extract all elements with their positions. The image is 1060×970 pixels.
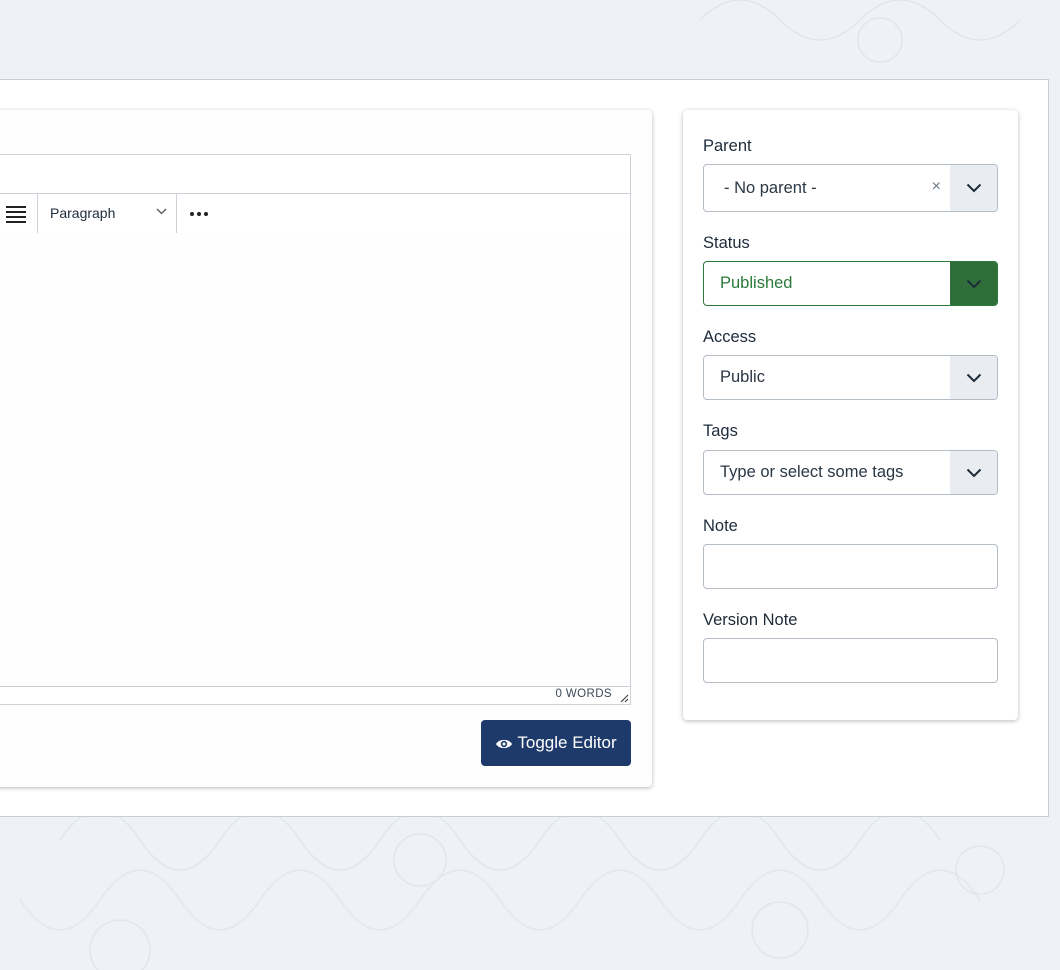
resize-handle-icon[interactable] [619,693,629,703]
toolbar-separator [37,194,38,233]
chevron-down-icon [966,468,981,477]
parent-select[interactable]: - No parent - × [703,164,998,212]
clear-icon[interactable]: × [932,178,941,196]
status-dropdown-toggle[interactable] [950,262,997,305]
format-select[interactable]: Paragraph [39,194,177,233]
note-input[interactable] [703,544,998,589]
parent-value: - No parent - [724,178,817,197]
tags-placeholder: Type or select some tags [720,463,904,481]
eye-icon [496,739,513,748]
editor-content-area[interactable] [0,233,631,687]
parent-label: Parent [703,137,752,155]
editor-statusbar: 0 WORDS [0,686,631,705]
chevron-down-icon [966,373,981,382]
editor-menubar [0,154,631,194]
tags-select[interactable]: Type or select some tags [703,450,998,495]
access-value: Public [720,368,765,386]
more-horizontal-icon[interactable] [187,204,211,224]
editor-toolbar: Paragraph [0,193,631,234]
tags-dropdown-toggle[interactable] [950,451,997,494]
status-select[interactable]: Published [703,261,998,306]
chevron-down-icon [966,183,981,193]
access-label: Access [703,328,757,346]
version-note-label: Version Note [703,611,798,629]
align-justify-icon[interactable] [6,206,26,223]
toggle-editor-button[interactable]: Toggle Editor [481,720,631,766]
format-select-label: Paragraph [50,205,116,221]
tags-label: Tags [703,422,738,440]
access-dropdown-toggle[interactable] [950,356,997,399]
status-label: Status [703,234,750,252]
access-select[interactable]: Public [703,355,998,400]
parent-dropdown-toggle[interactable] [950,165,997,211]
word-count: 0 WORDS [555,688,612,700]
note-label: Note [703,517,738,535]
status-value: Published [720,274,793,292]
chevron-down-icon [966,279,981,288]
toggle-editor-label: Toggle Editor [517,733,617,752]
version-note-input[interactable] [703,638,998,683]
toolbar-separator [176,194,177,233]
chevron-down-icon [156,208,167,215]
